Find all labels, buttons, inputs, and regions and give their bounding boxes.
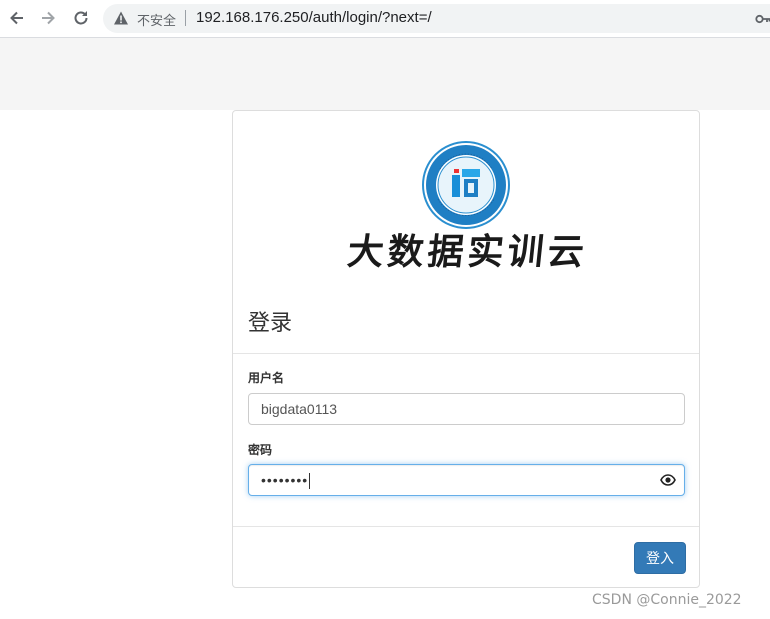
- key-icon[interactable]: [755, 12, 770, 26]
- password-label: 密码: [248, 443, 273, 457]
- back-icon: [10, 11, 23, 25]
- browser-toolbar: 不安全 192.168.176.250/auth/login/?next=/: [0, 0, 770, 38]
- school-emblem-icon: [422, 141, 510, 229]
- forward-icon: [42, 11, 55, 25]
- app-title: 大数据实训云: [345, 231, 590, 273]
- url-text[interactable]: 192.168.176.250/auth/login/?next=/: [196, 9, 432, 26]
- login-heading: 登录: [248, 311, 293, 336]
- address-bar[interactable]: 不安全 192.168.176.250/auth/login/?next=/: [103, 4, 770, 33]
- reload-button[interactable]: [70, 7, 92, 29]
- login-button[interactable]: 登入: [634, 542, 686, 574]
- login-panel: 大数据实训云 登录 用户名 bigdata0113 密码 •••••••• 登入: [232, 110, 700, 588]
- username-label: 用户名: [248, 371, 285, 385]
- username-value: bigdata0113: [261, 401, 338, 417]
- warning-icon[interactable]: [113, 10, 129, 26]
- password-mask: ••••••••: [261, 472, 309, 488]
- eye-icon[interactable]: [660, 473, 676, 487]
- password-input[interactable]: ••••••••: [248, 464, 685, 496]
- reload-icon: [74, 11, 88, 25]
- username-input[interactable]: bigdata0113: [248, 393, 685, 425]
- watermark: CSDN @Connie_2022: [592, 592, 742, 608]
- back-button[interactable]: [6, 7, 28, 29]
- separator: [185, 10, 186, 26]
- security-status[interactable]: 不安全: [137, 10, 176, 29]
- page-header-band: [0, 38, 770, 110]
- divider: [233, 353, 699, 354]
- divider: [233, 526, 699, 527]
- text-caret: [309, 473, 311, 490]
- logo: 大数据实训云: [233, 111, 701, 281]
- forward-button[interactable]: [37, 7, 59, 29]
